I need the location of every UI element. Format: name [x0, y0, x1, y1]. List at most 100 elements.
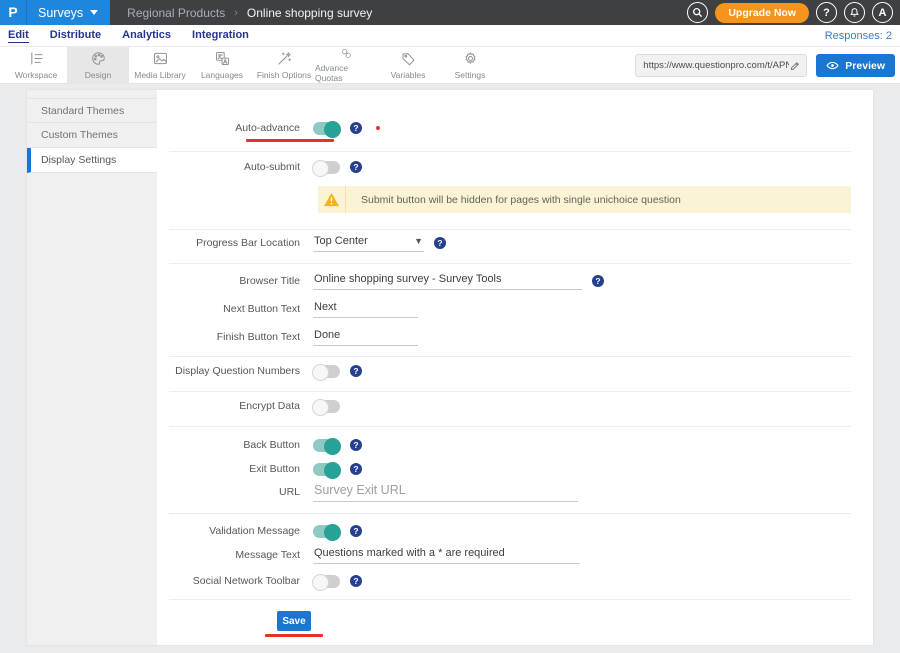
settings-gear-icon [462, 50, 479, 67]
finish-button-text-row: Finish Button Text [157, 325, 418, 349]
themes-sidebar: Standard Themes Custom Themes Display Se… [27, 90, 157, 645]
avatar[interactable]: A [872, 2, 893, 23]
search-button[interactable] [687, 2, 708, 23]
exit-url-label: URL [157, 486, 300, 498]
exit-button-help-icon[interactable]: ? [350, 463, 362, 475]
divider [169, 151, 851, 152]
back-button-label: Back Button [157, 439, 300, 451]
social-network-toolbar-row: Social Network Toolbar ? [157, 569, 362, 593]
divider [169, 229, 851, 230]
edit-url-button[interactable] [789, 60, 801, 72]
progress-bar-location-value: Top Center [314, 235, 368, 247]
annotation-underline-auto-advance [246, 139, 334, 142]
survey-url-input[interactable] [643, 60, 789, 71]
breadcrumb-parent[interactable]: Regional Products [127, 6, 225, 20]
toolbar-item-media-library[interactable]: Media Library [129, 47, 191, 83]
toolbar-item-label: Variables [391, 70, 426, 80]
surveys-menu[interactable]: Surveys [27, 6, 110, 20]
media-library-icon [152, 50, 169, 67]
back-button-help-icon[interactable]: ? [350, 439, 362, 451]
social-network-toolbar-help-icon[interactable]: ? [350, 575, 362, 587]
nav-tab-distribute[interactable]: Distribute [50, 29, 101, 42]
toolbar-item-label: Design [85, 70, 111, 80]
divider [169, 356, 851, 357]
browser-title-input[interactable] [313, 273, 582, 290]
toolbar-item-finish-options[interactable]: Finish Options [253, 47, 315, 83]
warning-triangle-icon [318, 192, 345, 207]
validation-message-help-icon[interactable]: ? [350, 525, 362, 537]
toolbar-item-label: Workspace [15, 70, 57, 80]
divider [169, 263, 851, 264]
progress-bar-location-label: Progress Bar Location [157, 237, 300, 249]
auto-submit-row: Auto-submit ? [157, 155, 362, 179]
message-text-row: Message Text [157, 543, 580, 567]
sidebar-item-display-settings[interactable]: Display Settings [27, 148, 157, 173]
submit-hidden-warning: Submit button will be hidden for pages w… [318, 186, 851, 213]
social-network-toolbar-label: Social Network Toolbar [157, 575, 300, 587]
display-question-numbers-help-icon[interactable]: ? [350, 365, 362, 377]
surveys-menu-label: Surveys [38, 6, 83, 20]
validation-message-toggle[interactable] [313, 525, 340, 538]
nav-tab-edit[interactable]: Edit [8, 29, 29, 43]
survey-nav: Edit Distribute Analytics Integration Re… [0, 25, 900, 47]
browser-title-row: Browser Title ? [157, 269, 604, 293]
display-question-numbers-label: Display Question Numbers [157, 365, 300, 377]
auto-advance-row: Auto-advance ? [157, 116, 362, 140]
auto-advance-help-icon[interactable]: ? [350, 122, 362, 134]
share-group: Preview [635, 54, 895, 77]
preview-button-label: Preview [845, 60, 885, 72]
preview-button[interactable]: Preview [816, 54, 895, 77]
auto-submit-toggle[interactable] [313, 161, 340, 174]
breadcrumb-current: Online shopping survey [247, 6, 372, 20]
eye-icon [826, 60, 839, 71]
divider [169, 513, 851, 514]
encrypt-data-toggle[interactable] [313, 400, 340, 413]
browser-title-help-icon[interactable]: ? [592, 275, 604, 287]
toolbar-item-design[interactable]: Design [67, 47, 129, 83]
toolbar-item-settings[interactable]: Settings [439, 47, 501, 83]
sidebar-item-custom-themes[interactable]: Custom Themes [27, 123, 157, 148]
breadcrumb-separator: › [234, 7, 238, 19]
chevron-down-icon [90, 10, 98, 15]
next-button-text-label: Next Button Text [157, 303, 300, 315]
survey-url-box [635, 54, 807, 77]
sidebar-item-standard-themes[interactable]: Standard Themes [27, 98, 157, 123]
auto-advance-toggle[interactable] [313, 122, 340, 135]
top-header: P Surveys Regional Products › Online sho… [0, 0, 900, 25]
progress-bar-help-icon[interactable]: ? [434, 237, 446, 249]
auto-submit-help-icon[interactable]: ? [350, 161, 362, 173]
toolbar-item-workspace[interactable]: Workspace [5, 47, 67, 83]
notifications-button[interactable] [844, 2, 865, 23]
exit-button-label: Exit Button [157, 463, 300, 475]
upgrade-now-button[interactable]: Upgrade Now [715, 3, 809, 23]
finish-button-text-input[interactable] [313, 329, 418, 346]
message-text-label: Message Text [157, 549, 300, 561]
exit-url-row: URL [157, 480, 578, 504]
finish-button-text-label: Finish Button Text [157, 331, 300, 343]
toolbar-item-label: Settings [455, 70, 486, 80]
toolbar-item-languages[interactable]: Languages [191, 47, 253, 83]
back-button-toggle[interactable] [313, 439, 340, 452]
divider [169, 391, 851, 392]
settings-form: Auto-advance ? Auto-submit ? Submit butt… [157, 90, 873, 645]
toolbar-item-advance-quotas[interactable]: Advance Quotas [315, 47, 377, 83]
exit-url-input[interactable] [313, 483, 578, 502]
brand: P Surveys [0, 0, 110, 25]
nav-tab-integration[interactable]: Integration [192, 29, 249, 42]
responses-count-link[interactable]: Responses: 2 [825, 30, 892, 42]
divider [169, 426, 851, 427]
nav-tab-analytics[interactable]: Analytics [122, 29, 171, 42]
warning-divider [345, 186, 346, 213]
display-question-numbers-toggle[interactable] [313, 365, 340, 378]
save-button[interactable]: Save [277, 611, 311, 631]
help-button[interactable]: ? [816, 2, 837, 23]
message-text-input[interactable] [313, 547, 580, 564]
next-button-text-input[interactable] [313, 301, 418, 318]
encrypt-data-label: Encrypt Data [157, 400, 300, 412]
divider [169, 599, 851, 600]
exit-button-toggle[interactable] [313, 463, 340, 476]
social-network-toolbar-toggle[interactable] [313, 575, 340, 588]
validation-message-row: Validation Message ? [157, 519, 362, 543]
toolbar-item-variables[interactable]: Variables [377, 47, 439, 83]
progress-bar-location-select[interactable]: Top Center ▼ [313, 235, 424, 252]
